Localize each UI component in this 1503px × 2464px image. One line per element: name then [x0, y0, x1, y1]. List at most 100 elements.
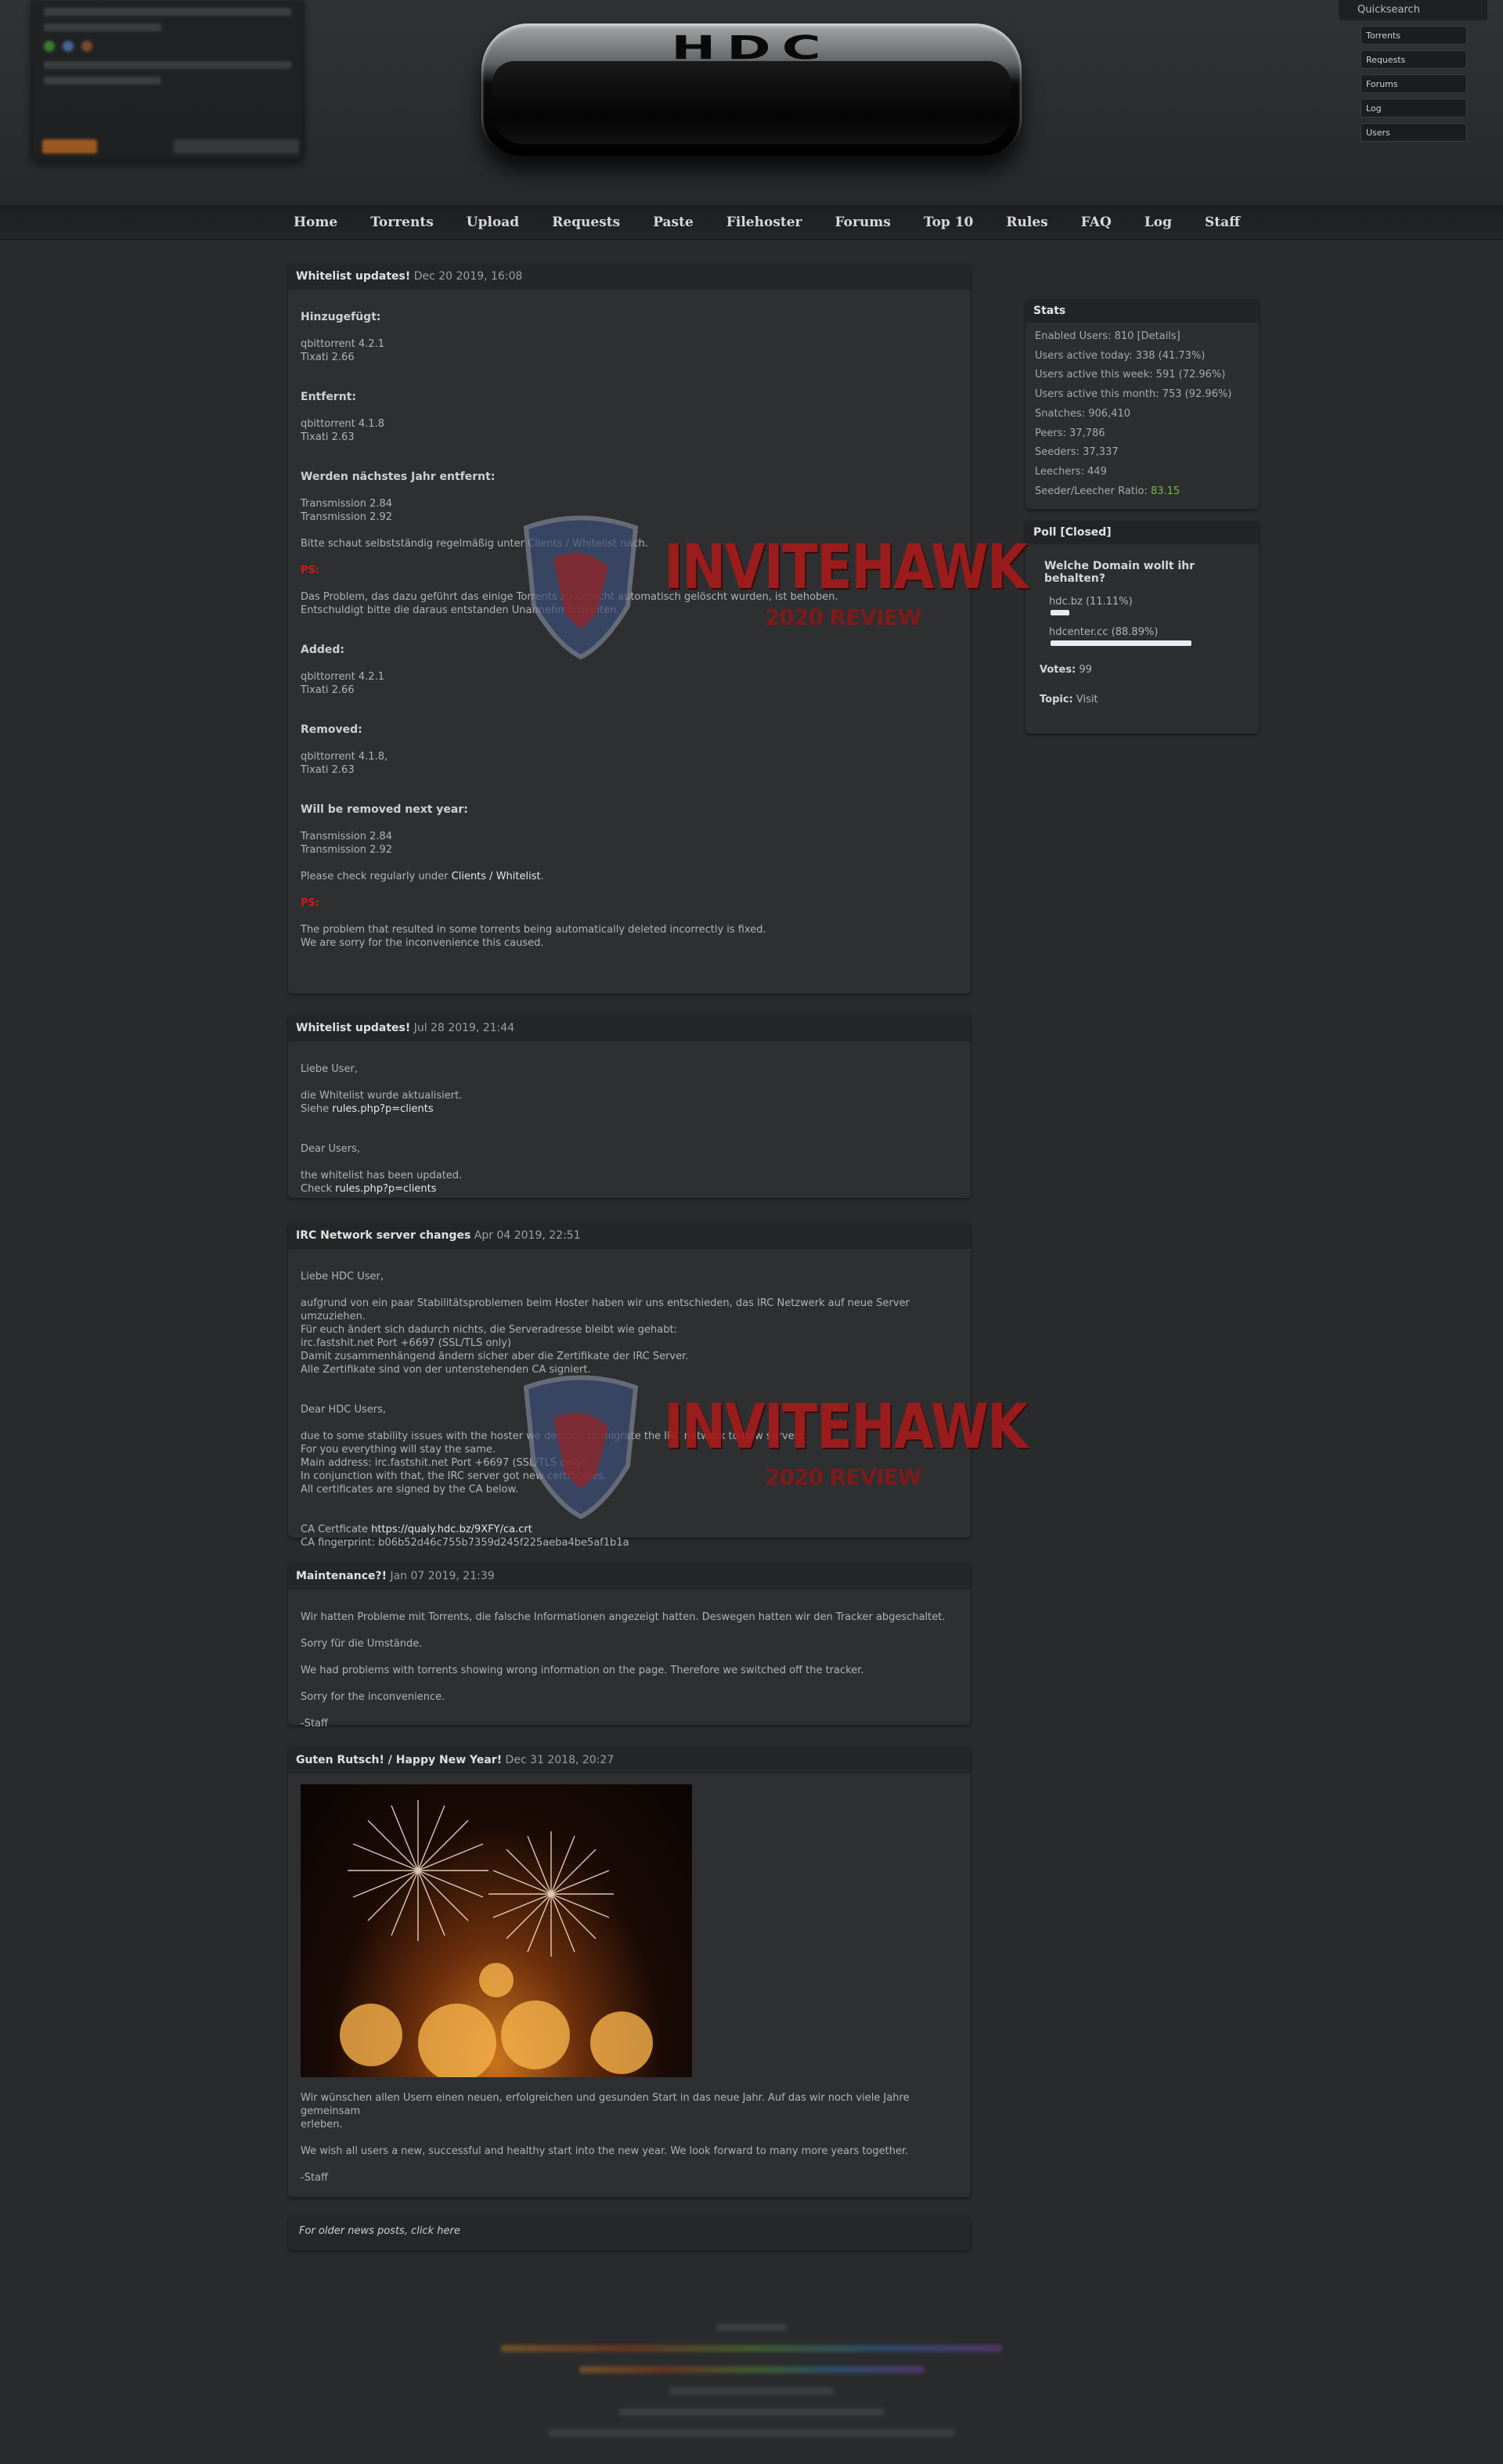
stat-row: Users active this week: 591 (72.96%) [1035, 369, 1226, 381]
post-text: qbittorrent 4.1.8, Tixati 2.63 [301, 751, 388, 776]
poll-panel: Poll [Closed] Welche Domain wollt ihr be… [1025, 521, 1259, 734]
post-header: Whitelist updates! Jul 28 2019, 21:44 [288, 1015, 971, 1041]
post-title: Whitelist updates! [296, 1022, 411, 1034]
nav-log[interactable]: Log [1133, 205, 1184, 240]
post-body: Hinzugefügt: qbittorrent 4.2.1 Tixati 2.… [288, 290, 971, 958]
news-post: Maintenance?! Jan 07 2019, 21:39 Wir hat… [288, 1563, 971, 1730]
section-heading: Added: [301, 644, 344, 656]
whitelist-link[interactable]: Clients / Whitelist [452, 871, 541, 882]
post-header: IRC Network server changes Apr 04 2019, … [288, 1222, 971, 1249]
stat-ratio: Seeder/Leecher Ratio: 83.15 [1035, 485, 1180, 497]
quicksearch-users-input[interactable] [1361, 123, 1467, 142]
user-action-button[interactable] [42, 139, 97, 153]
ca-certificate-link[interactable]: https://qualy.hdc.bz/9XFY/ca.crt [371, 1524, 532, 1535]
post-text: CA fingerprint: b06b52d46c755b7359d245f2… [301, 1537, 629, 1549]
poll-votes: Votes: 99 [1040, 664, 1092, 676]
post-text: Das Problem, das dazu geführt das einige… [301, 591, 838, 616]
quicksearch-requests-input[interactable] [1361, 50, 1467, 69]
post-text: qbittorrent 4.2.1 Tixati 2.66 [301, 671, 384, 696]
news-post: Guten Rutsch! / Happy New Year! Dec 31 2… [288, 1747, 971, 2197]
news-post: Whitelist updates! Jul 28 2019, 21:44 Li… [288, 1015, 971, 1198]
post-title: Maintenance?! [296, 1570, 387, 1582]
section-heading: Hinzugefügt: [301, 311, 381, 323]
post-text: Sorry für die Umstände. [301, 1638, 423, 1650]
nav-torrents[interactable]: Torrents [359, 205, 445, 240]
post-text: die Whitelist wurde aktualisiert. [301, 1090, 463, 1102]
details-link[interactable]: [Details] [1137, 330, 1180, 342]
quicksearch-log-input[interactable] [1361, 99, 1467, 117]
rules-link[interactable]: rules.php?p=clients [332, 1103, 433, 1115]
post-text: qbittorrent 4.2.1 Tixati 2.66 [301, 338, 384, 363]
poll-option-label: hdc.bz (11.11%) [1049, 596, 1133, 608]
post-date: Dec 20 2019, 16:08 [413, 270, 523, 283]
stat-row: Peers: 37,786 [1035, 427, 1105, 439]
fireworks-image [301, 1784, 692, 2077]
poll-option-bar [1051, 640, 1191, 646]
nav-faq[interactable]: FAQ [1069, 205, 1123, 240]
post-date: Jul 28 2019, 21:44 [413, 1022, 515, 1034]
ps-label: PS: [301, 897, 320, 909]
post-text: Please check regularly under Clients / W… [301, 871, 544, 882]
site-header: HDC Quicksearch [0, 0, 1503, 205]
post-text: Bitte schaut selbstständig regelmäßig un… [301, 538, 648, 550]
rules-link[interactable]: rules.php?p=clients [335, 1183, 436, 1195]
post-text: -Staff [301, 2172, 328, 2184]
poll-topic-link[interactable]: Visit [1076, 694, 1098, 705]
stat-row: Snatches: 906,410 [1035, 407, 1130, 420]
post-text: Siehe rules.php?p=clients [301, 1103, 434, 1115]
stat-row: Leechers: 449 [1035, 465, 1107, 478]
stat-enabled-users: Enabled Users: 810 [Details] [1035, 330, 1180, 342]
post-text: qbittorrent 4.1.8 Tixati 2.63 [301, 418, 384, 443]
older-news-link[interactable]: For older news posts, click here [288, 2216, 971, 2250]
post-text: Transmission 2.84 Transmission 2.92 [301, 831, 393, 856]
poll-topic: Topic: Visit [1040, 694, 1098, 705]
quicksearch-panel: Quicksearch [1339, 0, 1487, 157]
post-body: Liebe HDC User, aufgrund von ein paar St… [288, 1249, 971, 1557]
user-secondary-button[interactable] [174, 139, 299, 153]
post-title: Whitelist updates! [296, 270, 411, 283]
post-text: We had problems with torrents showing wr… [301, 1665, 864, 1676]
quicksearch-forums-input[interactable] [1361, 74, 1467, 93]
nav-forums[interactable]: Forums [824, 205, 903, 240]
nav-requests[interactable]: Requests [540, 205, 632, 240]
stat-row: Seeders: 37,337 [1035, 446, 1119, 459]
post-text: Wir hatten Probleme mit Torrents, die fa… [301, 1611, 946, 1623]
post-text: Check rules.php?p=clients [301, 1183, 437, 1195]
nav-home[interactable]: Home [282, 205, 349, 240]
post-text: Wir wünschen allen Usern einen neuen, er… [301, 2092, 910, 2130]
post-text: the whitelist has been updated. [301, 1170, 463, 1181]
post-date: Dec 31 2018, 20:27 [505, 1754, 615, 1766]
poll-option: hdcenter.cc (88.89%) [1049, 626, 1245, 646]
post-title: IRC Network server changes [296, 1229, 471, 1242]
nav-top10[interactable]: Top 10 [912, 205, 986, 240]
quicksearch-title: Quicksearch [1339, 0, 1487, 20]
section-heading: Removed: [301, 723, 362, 736]
quicksearch-torrents-input[interactable] [1361, 26, 1467, 45]
post-body: Wir hatten Probleme mit Torrents, die fa… [288, 1589, 971, 1738]
section-heading: Entfernt: [301, 391, 356, 403]
stat-row: Users active today: 338 (41.73%) [1035, 349, 1206, 362]
news-post: Whitelist updates! Dec 20 2019, 16:08 Hi… [288, 263, 971, 994]
stats-panel: Stats Enabled Users: 810 [Details] Users… [1025, 299, 1259, 509]
post-text: Liebe HDC User, [301, 1271, 384, 1283]
post-text: Dear HDC Users, [301, 1404, 386, 1416]
poll-title: Poll [Closed] [1025, 521, 1259, 544]
news-post: IRC Network server changes Apr 04 2019, … [288, 1222, 971, 1549]
section-heading: Werden nächstes Jahr entfernt: [301, 471, 496, 483]
poll-option-label: hdcenter.cc (88.89%) [1049, 626, 1159, 638]
poll-option-bar [1051, 610, 1069, 615]
post-text: Dear Users, [301, 1143, 360, 1155]
nav-staff[interactable]: Staff [1193, 205, 1252, 240]
nav-upload[interactable]: Upload [455, 205, 531, 240]
main-nav: Home Torrents Upload Requests Paste File… [0, 205, 1503, 240]
section-heading: Will be removed next year: [301, 803, 468, 816]
user-info-panel [31, 0, 304, 161]
site-logo[interactable]: HDC [481, 23, 1022, 157]
post-date: Apr 04 2019, 22:51 [474, 1229, 581, 1242]
nav-filehoster[interactable]: Filehoster [715, 205, 814, 240]
post-text: We wish all users a new, successful and … [301, 2145, 909, 2157]
nav-rules[interactable]: Rules [994, 205, 1059, 240]
nav-paste[interactable]: Paste [641, 205, 705, 240]
post-body: Wir wünschen allen Usern einen neuen, er… [288, 1773, 971, 2192]
site-footer [470, 2310, 1033, 2437]
